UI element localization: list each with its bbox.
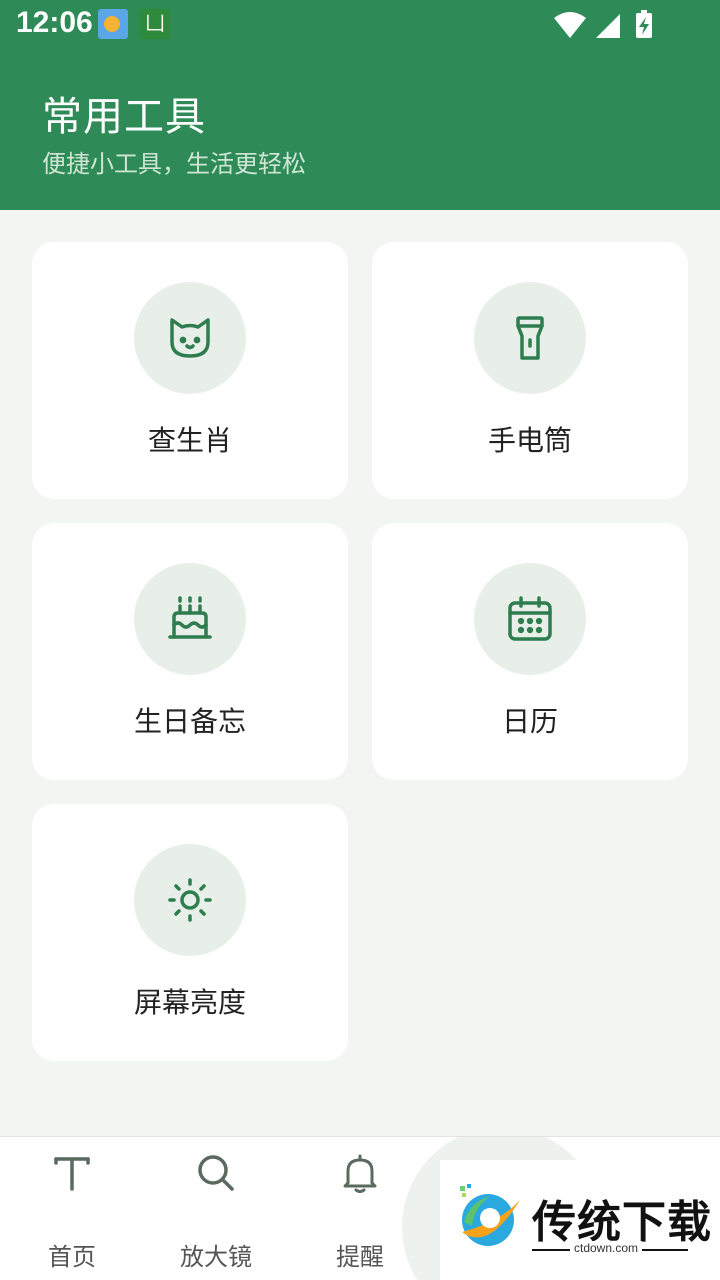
tool-icon-circle [474, 282, 586, 394]
status-icons [554, 10, 664, 44]
tool-label: 日历 [501, 705, 558, 738]
tool-label: 屏幕亮度 [133, 986, 246, 1019]
cat-icon [170, 318, 210, 358]
page-title: 常用工具 [42, 94, 206, 140]
nav-item-reminder[interactable]: 提醒 [288, 1137, 432, 1280]
sun-icon [168, 878, 212, 922]
nav-label: 放大镜 [180, 1243, 252, 1271]
weather-icon [98, 9, 128, 39]
page-subtitle: 便捷小工具，生活更轻松 [42, 150, 306, 178]
tool-icon-circle [134, 563, 246, 675]
nav-label: 首页 [48, 1243, 96, 1271]
nav-label: 提醒 [336, 1243, 384, 1271]
tool-label: 生日备忘 [133, 705, 246, 738]
signal-icon [596, 14, 620, 38]
watermark-domain: ctdown.com [570, 1241, 643, 1255]
battery-charging-icon [636, 10, 652, 38]
tool-card-brightness[interactable]: 屏幕亮度 [32, 804, 348, 1061]
watermark-logo [460, 1184, 520, 1246]
search-icon [198, 1155, 234, 1191]
nav-item-magnifier[interactable]: 放大镜 [144, 1137, 288, 1280]
tool-icon-circle [474, 563, 586, 675]
tool-card-zodiac[interactable]: 查生肖 [32, 242, 348, 499]
bell-icon [343, 1154, 377, 1193]
tool-label: 手电筒 [487, 424, 572, 457]
app-icon: 凵 [140, 9, 170, 39]
watermark: 传统下载 ctdown.com [440, 1160, 720, 1280]
status-time: 12:06 [16, 6, 93, 39]
tool-label: 查生肖 [147, 424, 232, 457]
tool-card-birthday[interactable]: 生日备忘 [32, 523, 348, 780]
calendar-icon [508, 596, 552, 641]
tool-card-flashlight[interactable]: 手电筒 [372, 242, 688, 499]
status-bar: 12:06 凵 [0, 0, 720, 50]
birthday-cake-icon [168, 596, 212, 639]
flashlight-icon [516, 316, 544, 360]
tool-icon-circle [134, 282, 246, 394]
text-icon [54, 1157, 90, 1191]
tool-card-calendar[interactable]: 日历 [372, 523, 688, 780]
wifi-icon [554, 12, 586, 38]
tool-icon-circle [134, 844, 246, 956]
page-header: 常用工具 便捷小工具，生活更轻松 [0, 50, 720, 210]
nav-item-home[interactable]: 首页 [0, 1137, 144, 1280]
